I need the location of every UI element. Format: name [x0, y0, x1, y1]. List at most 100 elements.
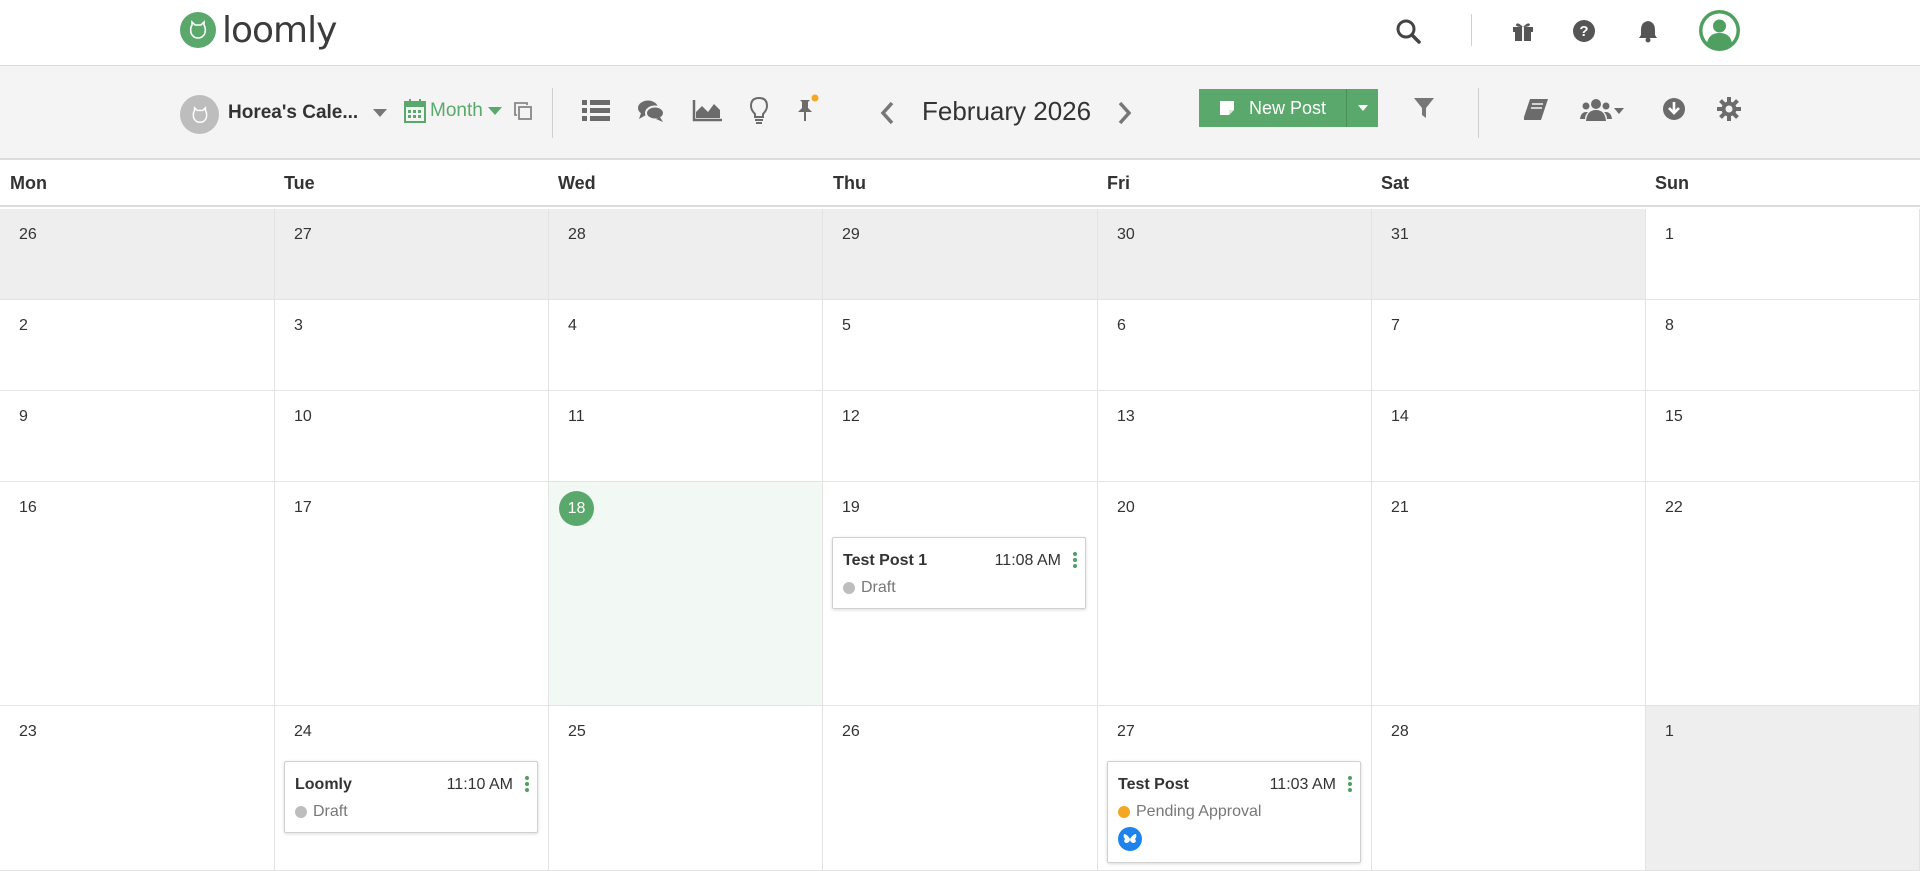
day-number: 15: [1665, 408, 1683, 425]
day-cell[interactable]: 1: [1646, 209, 1920, 300]
day-number: 24: [294, 723, 312, 740]
gift-icon[interactable]: [1506, 14, 1540, 48]
new-post-button-group: New Post: [1199, 89, 1378, 127]
day-cell[interactable]: 11: [549, 391, 823, 482]
post-status: Draft: [843, 579, 896, 597]
day-number: 28: [1391, 723, 1409, 740]
logo-text: loomly: [222, 9, 337, 51]
download-icon[interactable]: [1661, 96, 1687, 122]
day-cell[interactable]: 7: [1372, 300, 1646, 391]
day-number: 17: [294, 499, 312, 516]
day-cell[interactable]: 25: [549, 706, 823, 871]
day-number: 4: [568, 317, 577, 334]
day-cell[interactable]: 1: [1646, 706, 1920, 871]
bell-icon[interactable]: [1631, 14, 1665, 48]
settings-gear-icon[interactable]: [1716, 96, 1742, 122]
day-number: 28: [568, 226, 586, 243]
day-number: 19: [842, 499, 860, 516]
weekday-label: Sun: [1655, 173, 1689, 193]
calendar-avatar: [180, 95, 219, 134]
day-number: 29: [842, 226, 860, 243]
day-cell[interactable]: 5: [823, 300, 1098, 391]
post-title: Test Post: [1118, 776, 1189, 793]
day-cell[interactable]: 28: [1372, 706, 1646, 871]
ideas-lightbulb-icon[interactable]: [746, 94, 772, 126]
day-cell[interactable]: 20: [1098, 482, 1372, 706]
comments-icon[interactable]: [635, 96, 667, 126]
day-cell[interactable]: 8: [1646, 300, 1920, 391]
search-icon[interactable]: [1391, 14, 1425, 48]
day-cell[interactable]: 29: [823, 209, 1098, 300]
day-cell[interactable]: 16: [0, 482, 275, 706]
library-book-icon[interactable]: [1522, 96, 1550, 124]
day-cell[interactable]: 17: [275, 482, 549, 706]
team-users-icon[interactable]: [1578, 94, 1628, 126]
list-view-icon[interactable]: [580, 96, 612, 126]
day-cell[interactable]: 22: [1646, 482, 1920, 706]
weekday-label: Tue: [284, 173, 315, 193]
post-card[interactable]: Loomly 11:10 AM Draft: [284, 761, 538, 833]
weekday-label: Sat: [1381, 173, 1410, 193]
day-number: 26: [19, 226, 37, 243]
day-cell[interactable]: 28: [549, 209, 823, 300]
day-number: 1: [1665, 723, 1674, 740]
day-number: 20: [1117, 499, 1135, 516]
loomly-logo[interactable]: loomly: [180, 9, 337, 51]
day-cell[interactable]: 31: [1372, 209, 1646, 300]
day-cell[interactable]: 13: [1098, 391, 1372, 482]
weekday-label: Fri: [1107, 173, 1131, 193]
day-cell[interactable]: 26: [0, 209, 275, 300]
day-cell[interactable]: 21: [1372, 482, 1646, 706]
help-icon[interactable]: ?: [1567, 14, 1601, 48]
day-number: 25: [568, 723, 586, 740]
filter-icon[interactable]: [1411, 96, 1437, 122]
day-cell[interactable]: 2: [0, 300, 275, 391]
more-options-icon[interactable]: [1073, 552, 1077, 568]
analytics-icon[interactable]: [690, 96, 724, 126]
day-cell[interactable]: 18: [549, 482, 823, 706]
day-cell[interactable]: 15: [1646, 391, 1920, 482]
previous-month-button[interactable]: [875, 98, 899, 128]
calendar-selector[interactable]: Horea's Cale...: [228, 102, 388, 124]
day-number: 1: [1665, 226, 1674, 243]
day-cell[interactable]: 12: [823, 391, 1098, 482]
more-options-icon[interactable]: [525, 776, 529, 792]
calendar-icon: [404, 99, 426, 123]
day-cell[interactable]: 27: [275, 209, 549, 300]
calendar-name: Horea's Cale...: [228, 102, 359, 123]
calendar-toolbar: Horea's Cale... Month February 2026 New …: [0, 66, 1920, 160]
day-cell[interactable]: 10: [275, 391, 549, 482]
post-card[interactable]: Test Post 1 11:08 AM Draft: [832, 537, 1086, 609]
user-avatar[interactable]: [1699, 10, 1740, 51]
pinned-posts-icon[interactable]: [792, 92, 822, 126]
new-post-button[interactable]: New Post: [1199, 89, 1346, 127]
view-selector[interactable]: Month: [404, 96, 502, 126]
chevron-down-icon: [487, 107, 502, 115]
more-options-icon[interactable]: [1348, 776, 1352, 792]
top-navigation-bar: loomly ?: [0, 0, 1920, 66]
new-post-dropdown-button[interactable]: [1346, 89, 1378, 127]
post-card[interactable]: Test Post 11:03 AM Pending Approval: [1107, 761, 1361, 863]
day-cell[interactable]: 4: [549, 300, 823, 391]
day-cell[interactable]: 30: [1098, 209, 1372, 300]
next-month-button[interactable]: [1113, 98, 1137, 128]
day-number: 11: [568, 408, 585, 425]
day-cell[interactable]: 9: [0, 391, 275, 482]
day-cell[interactable]: 14: [1372, 391, 1646, 482]
day-cell[interactable]: 23: [0, 706, 275, 871]
day-number: 23: [19, 723, 37, 740]
weekday-label: Mon: [10, 173, 47, 193]
day-number: 31: [1391, 226, 1409, 243]
day-number: 6: [1117, 317, 1126, 334]
day-number: 8: [1665, 317, 1674, 334]
day-number: 27: [294, 226, 312, 243]
day-number: 12: [842, 408, 860, 425]
day-cell[interactable]: 3: [275, 300, 549, 391]
day-number: 26: [842, 723, 860, 740]
day-cell[interactable]: 26: [823, 706, 1098, 871]
day-number: 10: [294, 408, 312, 425]
duplicate-icon[interactable]: [513, 100, 533, 122]
day-cell[interactable]: 6: [1098, 300, 1372, 391]
day-number: 30: [1117, 226, 1135, 243]
post-time: 11:10 AM: [446, 776, 513, 793]
